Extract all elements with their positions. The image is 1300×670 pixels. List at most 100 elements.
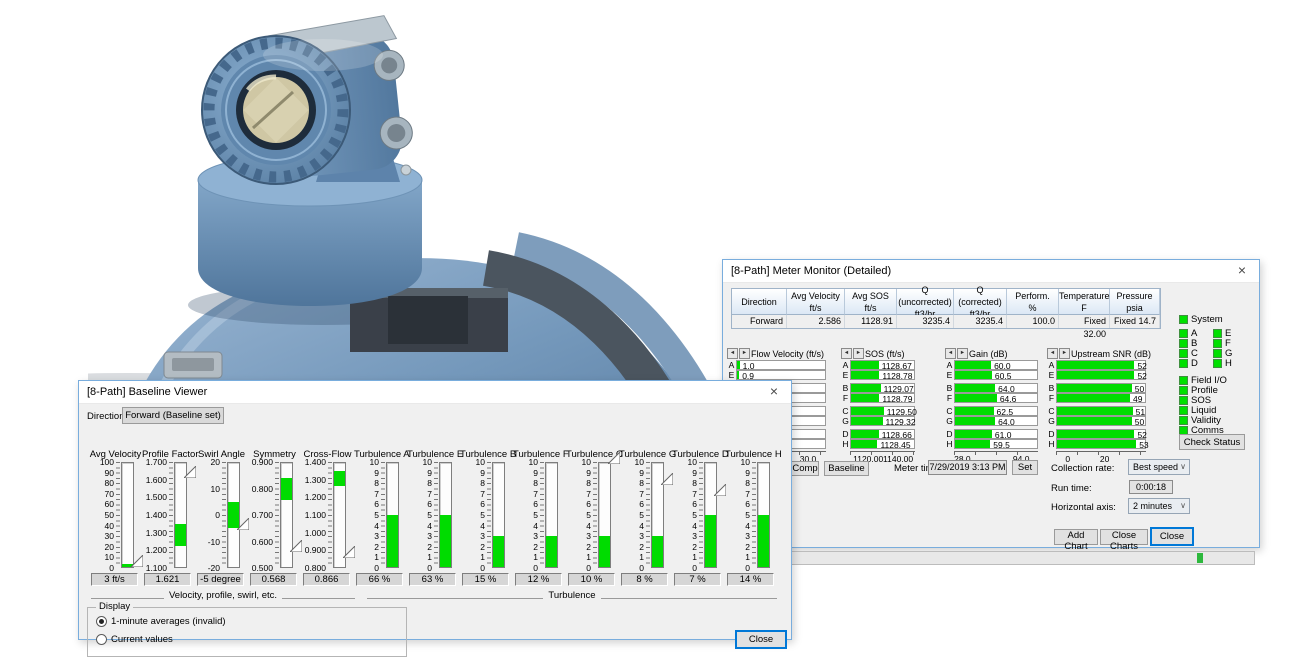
bar-value: 49 bbox=[1133, 395, 1142, 404]
gauge-track bbox=[598, 462, 611, 568]
bar-track: 50 bbox=[1056, 383, 1146, 393]
bar-track: 61.0 bbox=[954, 429, 1038, 439]
collection-rate-select[interactable]: Best speed ∨ bbox=[1128, 459, 1190, 475]
gauge-tick-labels: 109876543210 bbox=[619, 462, 646, 568]
bar-fill bbox=[1057, 361, 1134, 369]
bar-fill bbox=[851, 407, 884, 415]
scroll-left-icon[interactable]: ◄ bbox=[1047, 348, 1058, 359]
scroll-left-icon[interactable]: ◄ bbox=[841, 348, 852, 359]
bar-track: 1129.07 bbox=[850, 383, 915, 393]
gauge-value-box: 15 % bbox=[462, 573, 509, 586]
chart-row-path-H: H1128.45 bbox=[841, 439, 915, 449]
gauge-turbulence-a: Turbulence A10987654321066 % bbox=[354, 449, 407, 586]
meter-time-field[interactable]: 7/29/2019 3:13 PM bbox=[928, 460, 1007, 475]
chart-title: Upstream SNR (dB) bbox=[1071, 349, 1151, 359]
gauge-track bbox=[121, 462, 134, 568]
progress-bar bbox=[735, 551, 1255, 565]
chart-row-path-B: B1129.07 bbox=[841, 383, 915, 393]
gauge-tick-labels: 109876543210 bbox=[725, 462, 752, 568]
chart-row-path-A: A1.0 bbox=[727, 360, 826, 370]
chart-title-row: ◄►Upstream SNR (dB) bbox=[1047, 348, 1151, 359]
baseline-viewer-titlebar[interactable]: [8-Path] Baseline Viewer × bbox=[79, 381, 791, 404]
gauge-label: Turbulence B bbox=[460, 449, 513, 462]
chart-title-row: ◄►Gain (dB) bbox=[945, 348, 1038, 359]
table-header-cell: Q (corrected)ft3/hr bbox=[954, 289, 1007, 315]
lamp-icon bbox=[1213, 349, 1222, 358]
radio-current-values[interactable]: Current values bbox=[96, 634, 173, 645]
scroll-left-icon[interactable]: ◄ bbox=[727, 348, 738, 359]
gauge-turbulence-b: Turbulence B109876543210 15 % bbox=[460, 449, 513, 586]
close-charts-button[interactable]: Close Charts bbox=[1100, 529, 1148, 545]
lamp-icon bbox=[1179, 396, 1188, 405]
direction-button[interactable]: Forward (Baseline set) bbox=[122, 407, 224, 424]
scroll-right-icon[interactable]: ► bbox=[739, 348, 750, 359]
gauge-ruler bbox=[169, 462, 173, 568]
gauge-ruler bbox=[699, 462, 703, 568]
chart-row-path-D: D52 bbox=[1047, 429, 1151, 439]
meter-monitor-close-button[interactable]: Close bbox=[1150, 527, 1194, 546]
lamp-icon bbox=[1179, 386, 1188, 395]
baseline-button[interactable]: Baseline bbox=[824, 461, 869, 476]
path-letter: A bbox=[945, 360, 954, 370]
bar-fill bbox=[1057, 407, 1133, 415]
display-caption: Display bbox=[96, 601, 133, 612]
path-letter: D bbox=[1047, 429, 1056, 439]
path-letter: D bbox=[945, 429, 954, 439]
table-data-cell: 3235.4 bbox=[897, 315, 954, 328]
radio-1-minute-averages-invalid-[interactable]: 1-minute averages (invalid) bbox=[96, 616, 226, 627]
add-chart-button[interactable]: Add Chart bbox=[1054, 529, 1098, 545]
chart-title-row: ◄►SOS (ft/s) bbox=[841, 348, 915, 359]
path-letter: B bbox=[945, 383, 954, 393]
gauge-value-box: 7 % bbox=[674, 573, 721, 586]
gauge-track bbox=[439, 462, 452, 568]
chart-upstream-snr-db-: ◄►Upstream SNR (dB)A52E52B50F49C51G50D52… bbox=[1047, 348, 1151, 464]
scroll-left-icon[interactable]: ◄ bbox=[945, 348, 956, 359]
path-letter: A bbox=[727, 360, 736, 370]
transmitter-head bbox=[202, 14, 416, 184]
chart-gain-db-: ◄►Gain (dB)A60.0E60.5B64.0F64.6C62.5G64.… bbox=[945, 348, 1038, 464]
gauge-bar bbox=[758, 515, 769, 567]
chart-row-path-H: H59.5 bbox=[945, 439, 1038, 449]
meter-monitor-titlebar[interactable]: [8-Path] Meter Monitor (Detailed) × bbox=[723, 260, 1259, 283]
gauge-ruler bbox=[540, 462, 544, 568]
scroll-right-icon[interactable]: ► bbox=[957, 348, 968, 359]
path-letter: D bbox=[841, 429, 850, 439]
gauge-ruler bbox=[434, 462, 438, 568]
horizontal-axis-select[interactable]: 2 minutes ∨ bbox=[1128, 498, 1190, 514]
baseline-viewer-close-button[interactable]: Close bbox=[735, 630, 787, 649]
gauge-bar bbox=[705, 515, 716, 567]
bar-fill bbox=[851, 417, 883, 425]
gauge-value-box: 12 % bbox=[515, 573, 562, 586]
bar-value: 64.6 bbox=[1000, 395, 1017, 404]
chart-row-path-H: H53 bbox=[1047, 439, 1151, 449]
gauge-label: Turbulence E bbox=[407, 449, 460, 462]
gauge-tick-labels: 109876543210 bbox=[460, 462, 487, 568]
bar-track: 1128.78 bbox=[850, 370, 915, 380]
gauge-turbulence-c: Turbulence C10987654321010 % bbox=[566, 449, 619, 586]
set-button[interactable]: Set bbox=[1012, 460, 1038, 475]
path-letter: E bbox=[727, 370, 736, 380]
bar-fill bbox=[1057, 394, 1130, 402]
close-icon[interactable]: × bbox=[757, 381, 791, 403]
gauge-label: Turbulence A bbox=[354, 449, 407, 462]
table-data-cell: 100.0 bbox=[1007, 315, 1059, 328]
scroll-right-icon[interactable]: ► bbox=[1059, 348, 1070, 359]
check-status-button[interactable]: Check Status bbox=[1179, 434, 1245, 450]
gauge-tick-labels: 109876543210 bbox=[513, 462, 540, 568]
scroll-right-icon[interactable]: ► bbox=[853, 348, 864, 359]
gauge-bar bbox=[599, 536, 610, 567]
bar-value: 53 bbox=[1139, 441, 1148, 450]
gauge-ruler bbox=[328, 462, 332, 568]
table-data-cell: 1128.91 bbox=[845, 315, 897, 328]
run-time-field: 0:00:18 bbox=[1129, 480, 1173, 494]
gauge-ruler bbox=[275, 462, 279, 568]
meter-monitor-body: DirectionAvg Velocityft/sAvg SOSft/sQ (u… bbox=[723, 282, 1259, 547]
table-data-cell: Fixed 32.00 bbox=[1059, 315, 1110, 328]
bar-track: 49 bbox=[1056, 393, 1146, 403]
bar-fill bbox=[955, 407, 994, 415]
bar-track: 1.0 bbox=[736, 360, 826, 370]
path-letter: H bbox=[841, 439, 850, 449]
close-icon[interactable]: × bbox=[1225, 260, 1259, 282]
gauge-ruler bbox=[593, 462, 597, 568]
bar-track: 1128.67 bbox=[850, 360, 915, 370]
